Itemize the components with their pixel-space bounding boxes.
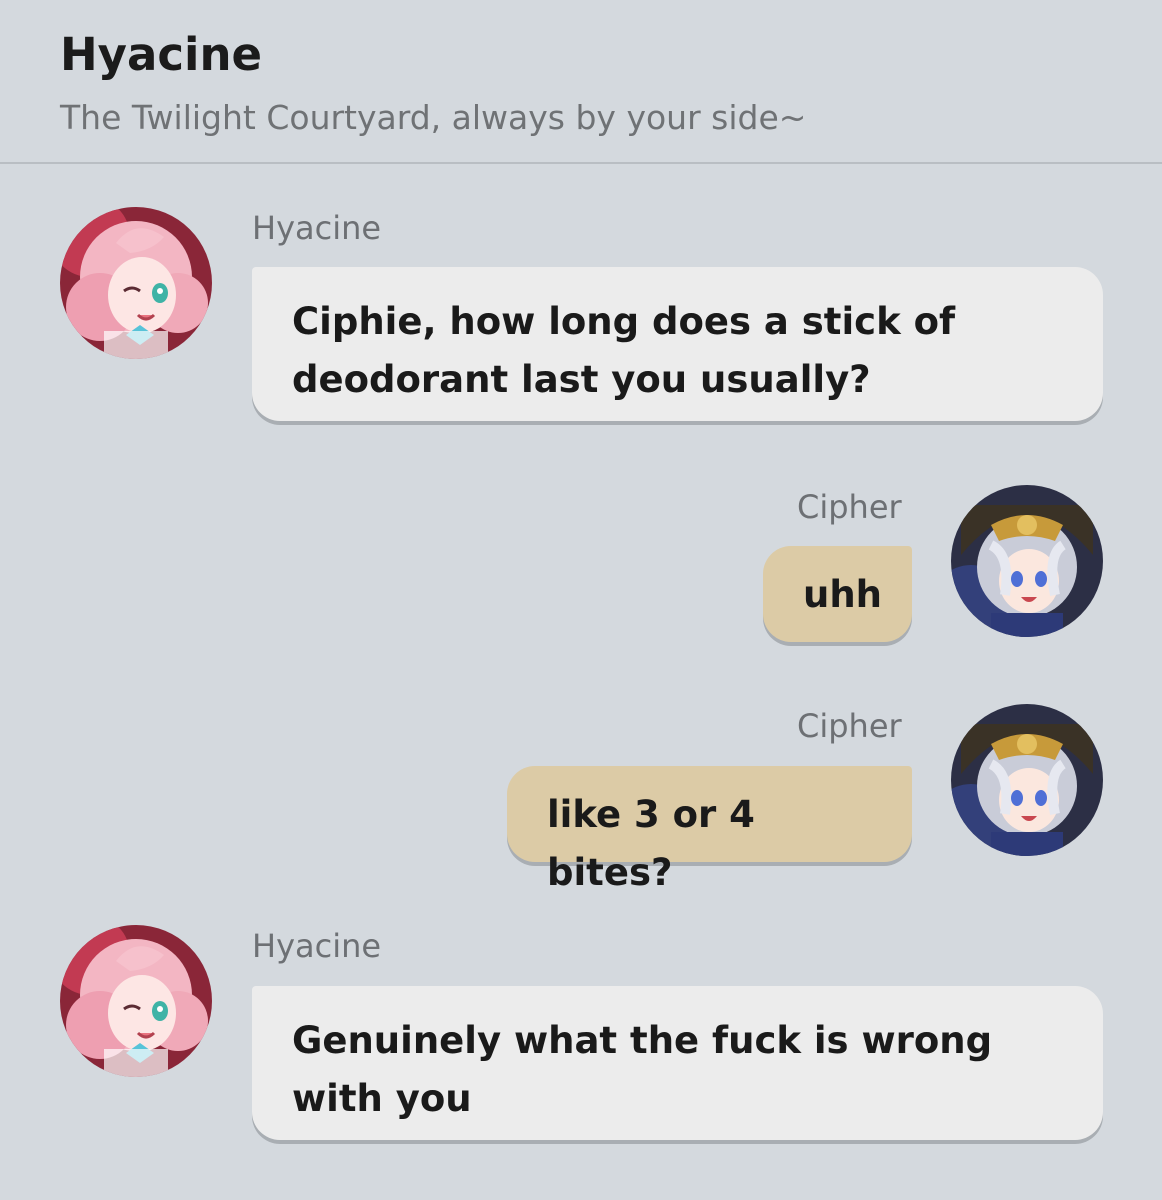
sender-name: Hyacine xyxy=(252,209,382,247)
cipher-avatar[interactable] xyxy=(951,704,1103,856)
message-bubble[interactable]: Ciphie, how long does a stick of deodora… xyxy=(252,267,1103,421)
sender-name: Cipher xyxy=(797,488,902,526)
cipher-avatar[interactable] xyxy=(951,485,1103,637)
chat-header: Hyacine The Twilight Courtyard, always b… xyxy=(0,0,1162,164)
chat-title: Hyacine xyxy=(60,28,263,81)
message-bubble[interactable]: Genuinely what the fuck is wrong with yo… xyxy=(252,986,1103,1140)
sender-name: Cipher xyxy=(797,707,902,745)
hyacine-avatar[interactable] xyxy=(60,207,212,359)
hyacine-avatar[interactable] xyxy=(60,925,212,1077)
chat-subtitle: The Twilight Courtyard, always by your s… xyxy=(60,98,807,137)
message-bubble[interactable]: uhh xyxy=(763,546,912,642)
sender-name: Hyacine xyxy=(252,927,382,965)
message-bubble[interactable]: like 3 or 4 bites? xyxy=(507,766,912,894)
